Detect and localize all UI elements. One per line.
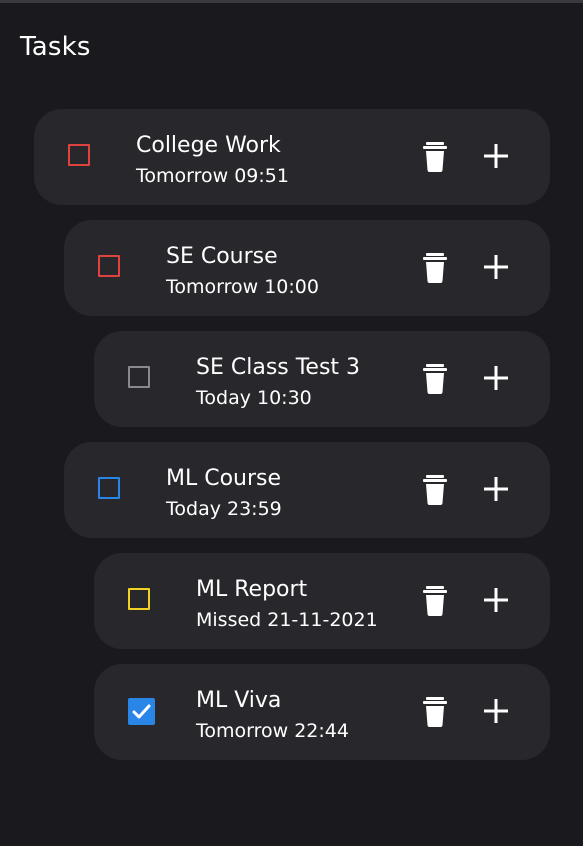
task-title: College Work (136, 133, 281, 158)
task-card[interactable]: ML Course Today 23:59 (64, 442, 550, 538)
task-checkbox[interactable] (68, 144, 90, 166)
trash-icon[interactable] (423, 141, 447, 172)
plus-icon[interactable] (482, 364, 510, 392)
task-due-date: Today 10:30 (196, 387, 312, 409)
task-card[interactable]: SE Class Test 3 Today 10:30 (94, 331, 550, 427)
plus-icon[interactable] (482, 475, 510, 503)
task-title: SE Class Test 3 (196, 355, 361, 380)
task-checkbox-checked[interactable] (128, 698, 155, 725)
task-due-date: Missed 21-11-2021 (196, 609, 378, 631)
task-title: SE Course (166, 244, 278, 269)
task-title: ML Report (196, 577, 308, 602)
task-card[interactable]: ML Report Missed 21-11-2021 (94, 553, 550, 649)
plus-icon[interactable] (482, 586, 510, 614)
task-title: ML Course (166, 466, 282, 491)
task-due-date: Tomorrow 10:00 (166, 276, 319, 298)
task-due-date: Tomorrow 09:51 (136, 165, 289, 187)
task-list: College Work Tomorrow 09:51 SE Course To… (0, 0, 583, 846)
task-due-date: Tomorrow 22:44 (196, 720, 349, 742)
trash-icon[interactable] (423, 474, 447, 505)
task-checkbox[interactable] (98, 477, 120, 499)
task-title: ML Viva (196, 688, 282, 713)
trash-icon[interactable] (423, 696, 447, 727)
task-checkbox[interactable] (98, 255, 120, 277)
plus-icon[interactable] (482, 253, 510, 281)
task-card[interactable]: ML Viva Tomorrow 22:44 (94, 664, 550, 760)
plus-icon[interactable] (482, 697, 510, 725)
task-checkbox[interactable] (128, 588, 150, 610)
trash-icon[interactable] (423, 252, 447, 283)
trash-icon[interactable] (423, 585, 447, 616)
task-checkbox[interactable] (128, 366, 150, 388)
task-card[interactable]: College Work Tomorrow 09:51 (34, 109, 550, 205)
task-card[interactable]: SE Course Tomorrow 10:00 (64, 220, 550, 316)
trash-icon[interactable] (423, 363, 447, 394)
plus-icon[interactable] (482, 142, 510, 170)
task-due-date: Today 23:59 (166, 498, 282, 520)
